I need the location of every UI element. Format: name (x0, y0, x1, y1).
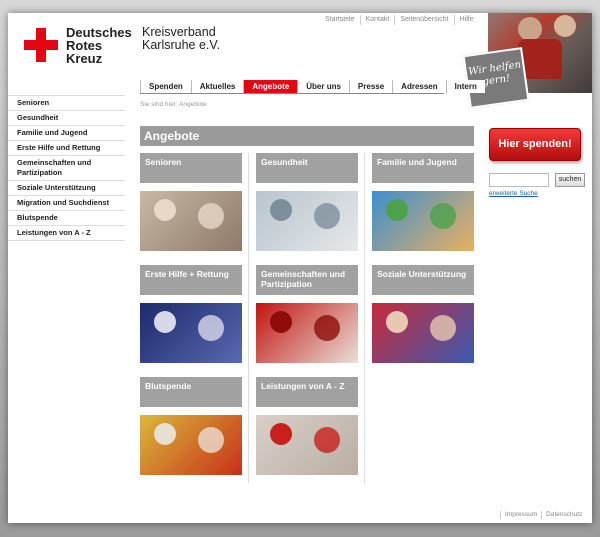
offer-tile-heading[interactable]: Soziale Unterstützung (372, 265, 474, 295)
offer-tile-heading[interactable]: Blutspende (140, 377, 242, 407)
red-cross-logo-icon[interactable] (24, 28, 58, 62)
offer-tile-photo[interactable] (256, 303, 358, 363)
advanced-search-link[interactable]: erweiterte Suche (489, 190, 538, 197)
footer-link-datenschutz[interactable]: Datenschutz (541, 511, 586, 519)
sidebar-item-blutspende[interactable]: Blutspende (8, 211, 125, 226)
top-link-kontakt[interactable]: Kontakt (359, 15, 395, 25)
footer-links: Impressum Datenschutz (500, 511, 586, 519)
offer-tile-heading[interactable]: Familie und Jugend (372, 153, 474, 183)
offer-tile-photo[interactable] (256, 191, 358, 251)
sidebar-item-gemeinschaften[interactable]: Gemeinschaften und Partizipation (8, 156, 125, 181)
nav-adressen[interactable]: Adressen (392, 80, 446, 93)
footer-link-impressum[interactable]: Impressum (500, 511, 541, 519)
offer-tile-heading[interactable]: Senioren (140, 153, 242, 183)
offer-tile-heading[interactable]: Leistungen von A - Z (256, 377, 358, 407)
search-input[interactable] (489, 173, 549, 187)
sidebar-item-gesundheit[interactable]: Gesundheit (8, 111, 125, 126)
offer-tile-heading[interactable]: Gesundheit (256, 153, 358, 183)
org-name: Kreisverband Karlsruhe e.V. (142, 26, 220, 52)
offer-tile-photo[interactable] (140, 303, 242, 363)
offer-tile-photo[interactable] (372, 303, 474, 363)
nav-divider (140, 93, 444, 94)
offer-tile-heading[interactable]: Erste Hilfe + Rettung (140, 265, 242, 295)
sidebar-nav: Senioren Gesundheit Familie und Jugend E… (8, 95, 125, 241)
breadcrumb: Sie sind hier: Angebote (140, 101, 207, 108)
sidebar-item-familie[interactable]: Familie und Jugend (8, 126, 125, 141)
offer-tile-photo[interactable] (140, 415, 242, 475)
sidebar-item-soziale[interactable]: Soziale Unterstützung (8, 181, 125, 196)
offer-tile-photo[interactable] (140, 191, 242, 251)
nav-aktuelles[interactable]: Aktuelles (190, 80, 244, 93)
slogan-badge: Wir helfen gern! (462, 47, 530, 109)
sidebar-item-leistungen[interactable]: Leistungen von A - Z (8, 226, 125, 241)
sidebar-item-erste-hilfe[interactable]: Erste Hilfe und Rettung (8, 141, 125, 156)
nav-angebote[interactable]: Angebote (243, 80, 298, 93)
nav-presse[interactable]: Presse (348, 80, 393, 93)
sidebar-item-migration[interactable]: Migration und Suchdienst (8, 196, 125, 211)
column-divider (248, 153, 249, 483)
nav-intern[interactable]: Intern (445, 80, 485, 93)
sidebar-item-senioren[interactable]: Senioren (8, 95, 125, 111)
top-link-sitemap[interactable]: Seitenübersicht (394, 15, 453, 25)
page: Startseite Kontakt Seitenübersicht Hilfe… (8, 13, 592, 523)
main-nav: Spenden Aktuelles Angebote Über uns Pres… (140, 80, 485, 93)
offer-tile-photo[interactable] (256, 415, 358, 475)
donate-button[interactable]: Hier spenden! (489, 128, 581, 161)
top-link-startseite[interactable]: Startseite (320, 15, 360, 25)
offer-tile-heading[interactable]: Gemeinschaften und Partizipation (256, 265, 358, 295)
page-title: Angebote (140, 126, 474, 146)
nav-ueber-uns[interactable]: Über uns (297, 80, 349, 93)
org-line-2: Karlsruhe e.V. (142, 38, 221, 52)
nav-spenden[interactable]: Spenden (140, 80, 191, 93)
logo-line-3: Kreuz (66, 51, 103, 66)
search-button[interactable]: suchen (555, 173, 585, 187)
top-link-hilfe[interactable]: Hilfe (453, 15, 479, 25)
logo-wordmark[interactable]: Deutsches Rotes Kreuz (66, 26, 132, 65)
top-links: Startseite Kontakt Seitenübersicht Hilfe (320, 15, 479, 25)
offer-tile-photo[interactable] (372, 191, 474, 251)
column-divider (364, 153, 365, 483)
